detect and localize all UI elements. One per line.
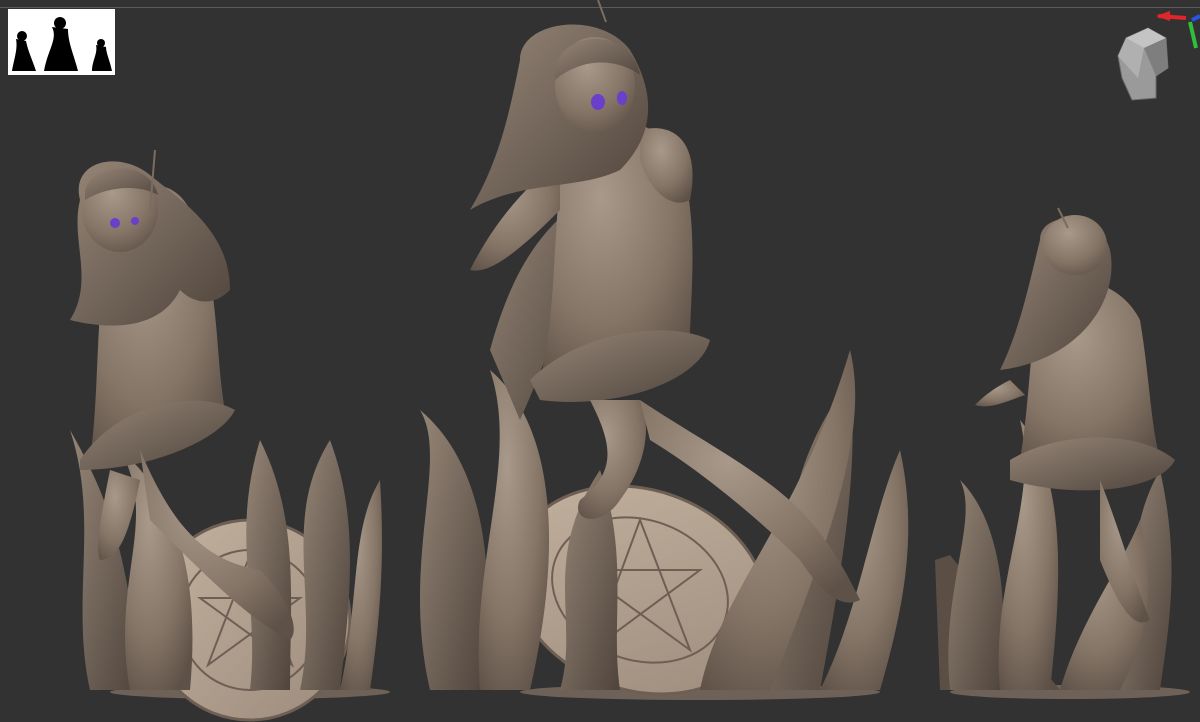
figure-left [70,149,390,722]
figure-center [420,0,909,700]
figure-right [935,207,1190,699]
thumbnail-view[interactable] [8,9,115,75]
zbrush-viewport[interactable] [0,0,1200,722]
navigation-gizmo[interactable] [1108,8,1200,108]
axis-y-icon [1188,21,1198,49]
sculpt-render [70,0,1190,722]
silhouette-thumbnail-icon [8,9,115,75]
axis-z-icon [1191,14,1200,22]
head-navigation-cube-icon [1117,11,1200,101]
sculpt-scene[interactable] [0,0,1200,722]
